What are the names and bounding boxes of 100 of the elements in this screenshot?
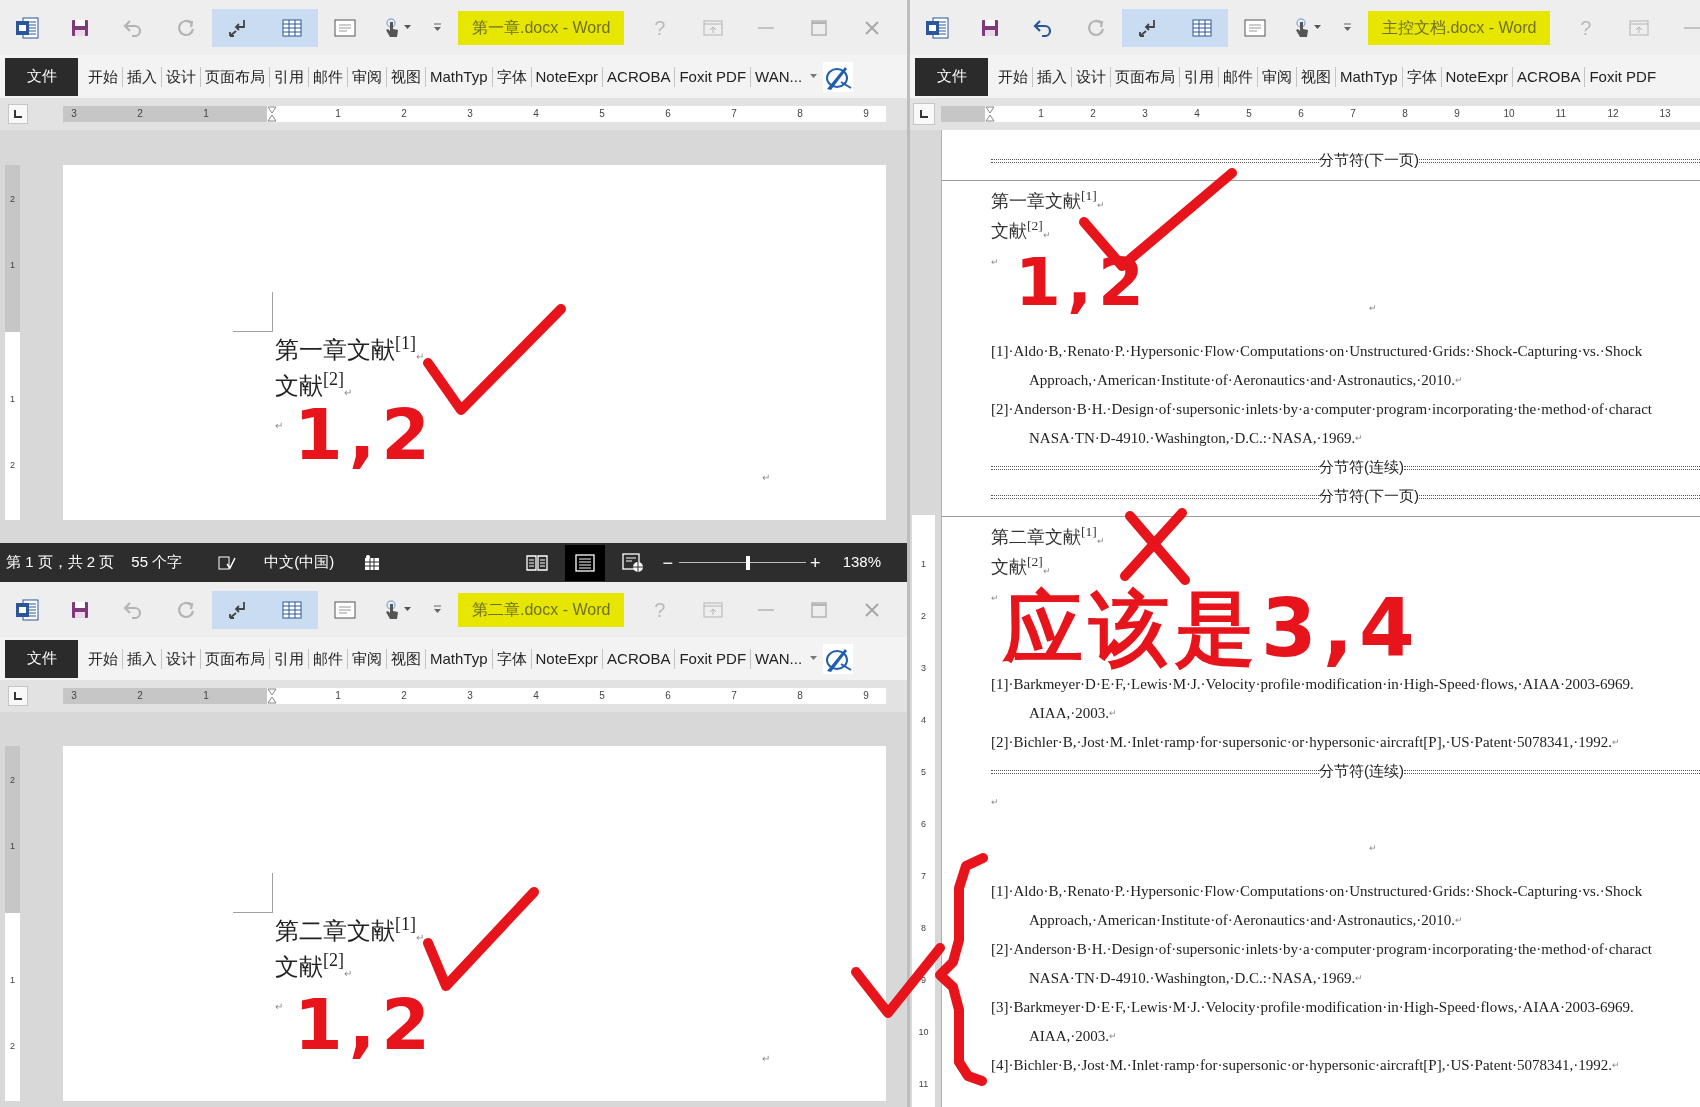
caret-icon[interactable]: [810, 74, 818, 79]
ribbon-tab[interactable]: NoteExpr: [1440, 66, 1513, 87]
ribbon-tab[interactable]: 视图: [1296, 66, 1335, 87]
save-icon[interactable]: [70, 600, 89, 619]
customize-caret-icon[interactable]: [432, 604, 442, 615]
ribbon-tab[interactable]: 页面布局: [200, 648, 269, 669]
save-icon[interactable]: [70, 18, 89, 37]
tab-selector[interactable]: [913, 103, 935, 125]
ribbon-tab[interactable]: 页面布局: [200, 66, 269, 87]
ribbon-tab[interactable]: NoteExpr: [530, 648, 603, 669]
ruler-number: 10: [1503, 107, 1515, 121]
file-tab[interactable]: 文件: [5, 639, 78, 678]
ribbon-tab[interactable]: 插入: [1032, 66, 1071, 87]
app-logo-icon[interactable]: [924, 16, 949, 39]
ruler-number: 7: [921, 871, 926, 881]
app-logo-icon[interactable]: [14, 16, 39, 39]
ribbon-tab[interactable]: 设计: [1071, 66, 1110, 87]
tab-stop-icon[interactable]: [14, 692, 22, 700]
logo-icon[interactable]: [823, 643, 854, 674]
ruler-number: 1: [921, 559, 926, 569]
ribbon-tab[interactable]: ACROBA: [602, 66, 675, 87]
zoom-level[interactable]: 138%: [842, 551, 881, 574]
paragraph-mark: ↵: [275, 1002, 283, 1012]
ribbon-tab[interactable]: 引用: [1179, 66, 1218, 87]
ribbon-tab[interactable]: ACROBA: [1512, 66, 1585, 87]
ribbon-tab[interactable]: 审阅: [1257, 66, 1296, 87]
reference-text: [2]·Bichler·B,·Jost·M.·Inlet·ramp·for·supersonic·or·hypersonic·aircraft[P],·US·Patent·5078341,·1992.: [991, 735, 1613, 750]
table-icon[interactable]: [281, 600, 302, 619]
keypad-icon[interactable]: [364, 554, 381, 571]
undo-icon[interactable]: [1031, 18, 1054, 37]
ribbon-tab[interactable]: 字体: [491, 66, 531, 87]
tab-selector[interactable]: [8, 686, 28, 706]
file-tab[interactable]: 文件: [915, 57, 988, 96]
zoom-in-button[interactable]: +: [810, 553, 821, 572]
page-count[interactable]: 第 1 页，共 2 页: [6, 551, 115, 574]
tab-stop-icon[interactable]: [920, 110, 928, 118]
ribbon-tab[interactable]: WAN...: [750, 66, 807, 87]
ribbon-tab[interactable]: 引用: [269, 648, 308, 669]
zoom-out-button[interactable]: −: [662, 553, 674, 572]
ribbon-tab[interactable]: 视图: [386, 66, 425, 87]
caret-icon[interactable]: [1314, 25, 1321, 30]
file-tab[interactable]: 文件: [5, 57, 78, 96]
zoom-slider[interactable]: [679, 555, 807, 570]
customize-caret-icon[interactable]: [432, 22, 442, 33]
form-icon[interactable]: [333, 600, 356, 619]
ribbon-tab[interactable]: 审阅: [347, 648, 386, 669]
ribbon-tab[interactable]: 页面布局: [1110, 66, 1179, 87]
ribbon-tab[interactable]: 插入: [122, 66, 161, 87]
ribbon-tab[interactable]: 邮件: [1218, 66, 1257, 87]
open-book-icon[interactable]: [525, 553, 548, 572]
reference-text: AIAA,·2003.: [1029, 1029, 1109, 1044]
ribbon-tab[interactable]: ACROBA: [602, 648, 675, 669]
table-icon[interactable]: [281, 18, 302, 37]
print-layout-button[interactable]: [564, 544, 605, 581]
body-text: 文献$^{[2]}$: [991, 558, 1043, 576]
ribbon-tab[interactable]: 设计: [161, 648, 200, 669]
ribbon-tab[interactable]: 插入: [122, 648, 161, 669]
ribbon-tab[interactable]: 设计: [161, 66, 200, 87]
ribbon-tab[interactable]: 开始: [84, 66, 122, 87]
tab-selector[interactable]: [8, 104, 28, 124]
hand-pointer-icon[interactable]: [384, 599, 400, 620]
paragraph-mark: ↵: [991, 258, 999, 267]
ribbon-tab[interactable]: 字体: [491, 648, 531, 669]
word-count[interactable]: 55 个字: [131, 551, 183, 574]
ribbon-tab[interactable]: 邮件: [308, 648, 347, 669]
ribbon-tab[interactable]: 引用: [269, 66, 308, 87]
ribbon-tab[interactable]: 字体: [1401, 66, 1441, 87]
ribbon-tab[interactable]: 审阅: [347, 66, 386, 87]
paragraph-mark: ↵: [1612, 738, 1621, 747]
customize-caret-icon[interactable]: [1342, 22, 1352, 33]
page-icon[interactable]: [574, 553, 595, 572]
ribbon-tab[interactable]: MathTyp: [425, 66, 492, 87]
slider-thumb[interactable]: [745, 555, 750, 570]
hand-pointer-icon[interactable]: [384, 17, 400, 38]
language-indicator[interactable]: 中文(中国): [264, 551, 335, 574]
caret-icon[interactable]: [810, 656, 818, 661]
form-icon[interactable]: [1243, 18, 1266, 37]
reference-text: [1]·Aldo·B,·Renato·P.·Hypersonic·Flow·Computations·on·Unstructured·Grids:·Shock-Capturing·vs.·Shock: [991, 884, 1643, 899]
ribbon-tab[interactable]: NoteExpr: [530, 66, 603, 87]
ribbon-tab[interactable]: Foxit PDF: [1584, 66, 1661, 87]
logo-icon[interactable]: [823, 61, 854, 92]
ribbon-tab[interactable]: 开始: [84, 648, 122, 669]
ribbon-tab[interactable]: Foxit PDF: [674, 648, 751, 669]
form-icon[interactable]: [333, 18, 356, 37]
hand-pointer-icon[interactable]: [1294, 17, 1310, 38]
ribbon-tab[interactable]: 视图: [386, 648, 425, 669]
ribbon-tab[interactable]: Foxit PDF: [674, 66, 751, 87]
save-icon[interactable]: [980, 18, 999, 37]
ribbon-tab[interactable]: WAN...: [750, 648, 807, 669]
app-logo-icon[interactable]: [14, 598, 39, 621]
ribbon-tab[interactable]: 开始: [994, 66, 1032, 87]
ribbon-tab[interactable]: MathTyp: [1335, 66, 1402, 87]
ribbon-tab[interactable]: 邮件: [308, 66, 347, 87]
tab-stop-icon[interactable]: [14, 110, 22, 118]
table-icon[interactable]: [1191, 18, 1212, 37]
caret-icon[interactable]: [404, 607, 411, 612]
web-page-icon[interactable]: [621, 552, 644, 573]
ribbon-tab[interactable]: MathTyp: [425, 648, 492, 669]
caret-icon[interactable]: [404, 25, 411, 30]
proofing-icon[interactable]: [218, 554, 237, 571]
